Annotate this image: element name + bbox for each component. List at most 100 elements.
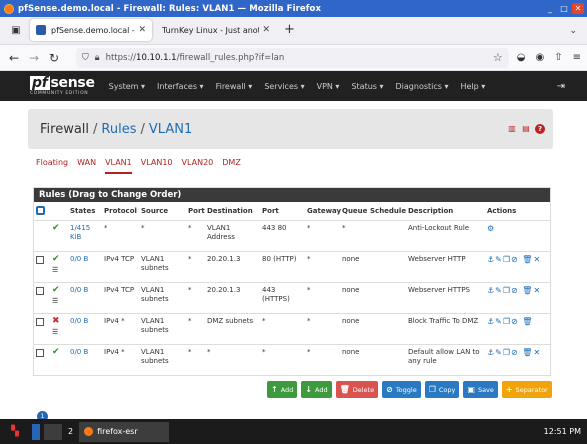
help-icon[interactable]: ? [535, 124, 545, 134]
menu-status[interactable]: Status ▾ [351, 82, 383, 91]
col-gateway: Gateway [305, 202, 341, 221]
firefox-icon [4, 3, 14, 14]
toggle-button[interactable]: ⊘ Toggle [382, 381, 421, 398]
tab-bar: ▣ pfSense.demo.local - Fire ✕ TurnKey Li… [0, 17, 587, 45]
rule-action-icons[interactable]: ⚓✎❐⊘ 🗑✕ [487, 255, 541, 264]
tab-vlan10[interactable]: VLAN10 [141, 154, 173, 174]
col-actions: Actions [485, 202, 550, 221]
new-tab-button[interactable]: + [284, 22, 295, 37]
table-row[interactable]: ✔ ☰ 0/0 B IPv4 TCP VLAN1 subnets * 20.20.… [34, 251, 550, 283]
workspace-1[interactable] [32, 423, 40, 440]
states-link[interactable]: 0/0 B [70, 317, 88, 325]
save-button[interactable]: ▣ Save [463, 381, 498, 398]
col-queue: Queue [340, 202, 368, 221]
table-row[interactable]: ✖ ☰ 0/0 B IPv4 * VLAN1 subnets * DMZ subn… [34, 313, 550, 345]
list-icon: ☰ [52, 328, 59, 336]
table-row[interactable]: ✔ ☰ 0/0 B IPv4 TCP VLAN1 subnets * 20.20.… [34, 282, 550, 314]
row-checkbox[interactable] [36, 318, 44, 326]
delete-button[interactable]: 🗑︎ Delete [335, 381, 379, 398]
menu-vpn[interactable]: VPN ▾ [317, 82, 340, 91]
tab-dmz[interactable]: DMZ [222, 154, 241, 174]
save-icon: ▣ [467, 385, 475, 394]
pass-icon: ✔ [52, 223, 60, 233]
row-checkbox[interactable] [36, 287, 44, 295]
tab-pfsense[interactable]: pfSense.demo.local - Fire ✕ [30, 19, 152, 41]
menu-icon[interactable]: ≡ [573, 52, 581, 63]
tab-vlan20[interactable]: VLAN20 [182, 154, 214, 174]
close-window-button[interactable]: ✕ [572, 3, 584, 14]
rules-panel: Rules (Drag to Change Order) States Prot… [33, 187, 551, 376]
rule-action-icons[interactable]: ⚓✎❐⊘ 🗑✕ [487, 348, 541, 357]
breadcrumb-rules[interactable]: Rules [101, 122, 136, 137]
plus-icon: + [505, 385, 513, 394]
list-icon: ☰ [52, 297, 59, 305]
lock-icon[interactable]: 🔒︎ [95, 53, 100, 63]
arrow-down-icon: ↓ [305, 385, 312, 394]
menu-diagnostics[interactable]: Diagnostics ▾ [396, 82, 449, 91]
back-icon[interactable]: ← [6, 51, 22, 65]
pocket-icon[interactable]: ◒ [517, 52, 526, 63]
log-icon[interactable]: ▤ [521, 124, 531, 134]
reload-icon[interactable]: ↻ [46, 51, 62, 65]
chart-icon[interactable]: ▥ [507, 124, 517, 134]
maximize-button[interactable]: □ [558, 3, 570, 14]
select-all-checkbox[interactable] [36, 206, 45, 215]
minimize-button[interactable]: _ [544, 3, 556, 14]
forward-icon[interactable]: → [26, 51, 42, 65]
window-title: pfSense.demo.local - Firewall: Rules: VL… [18, 3, 322, 14]
start-menu-icon[interactable]: ▚ [0, 419, 30, 444]
states-link[interactable]: 0/0 B [70, 286, 88, 294]
close-tab-icon[interactable]: ✕ [262, 25, 270, 35]
col-states: States [68, 202, 102, 221]
menu-help[interactable]: Help ▾ [461, 82, 486, 91]
tab-label: pfSense.demo.local - Fire [51, 25, 135, 35]
col-destination: Destination [205, 202, 260, 221]
copy-button[interactable]: ❐ Copy [424, 381, 460, 398]
states-link[interactable]: 0/0 B [70, 348, 88, 356]
row-checkbox[interactable] [36, 349, 44, 357]
extensions-icon[interactable]: ⇧ [554, 52, 562, 63]
shield-icon[interactable]: ⛉ [82, 53, 89, 63]
menu-interfaces[interactable]: Interfaces ▾ [157, 82, 204, 91]
row-checkbox[interactable] [36, 256, 44, 264]
table-row[interactable]: ✔ 0/0 B IPv4 * VLAN1 subnets * * * * non… [34, 344, 550, 376]
tab-turnkey[interactable]: TurnKey Linux - Just another ✕ [156, 19, 276, 41]
list-all-tabs-icon[interactable]: ⌄ [569, 26, 577, 36]
col-source: Source [139, 202, 186, 221]
add-top-button[interactable]: ↑ Add [267, 381, 298, 398]
account-icon[interactable]: ◉ [535, 52, 544, 63]
gear-icon[interactable]: ⚙ [487, 224, 495, 233]
tab-label: TurnKey Linux - Just another [162, 25, 259, 35]
workspace-pager[interactable] [44, 423, 62, 440]
block-icon: ✖ [52, 316, 60, 326]
url-bar[interactable]: ⛉ 🔒︎ https://10.10.1.1/firewall_rules.ph… [76, 47, 509, 68]
navigation-bar: ← → ↻ ⛉ 🔒︎ https://10.10.1.1/firewall_ru… [0, 45, 587, 71]
rule-action-icons[interactable]: ⚓✎❐⊘ 🗑✕ [487, 286, 541, 295]
breadcrumb-vlan1[interactable]: VLAN1 [149, 122, 192, 137]
logout-icon[interactable]: ⇥ [557, 81, 565, 92]
firefox-icon [84, 427, 94, 436]
bookmark-star-icon[interactable]: ☆ [493, 51, 503, 64]
states-link[interactable]: 1/415 KiB [70, 224, 90, 241]
menu-firewall[interactable]: Firewall ▾ [216, 82, 253, 91]
col-dest-port: Port [260, 202, 305, 221]
menu-services[interactable]: Services ▾ [264, 82, 304, 91]
menu-system[interactable]: System ▾ [109, 82, 145, 91]
states-link[interactable]: 0/0 B [70, 255, 88, 263]
separator-button[interactable]: + Separator [501, 381, 552, 398]
close-tab-icon[interactable]: ✕ [138, 25, 146, 35]
rule-action-icons[interactable]: ⚓✎❐⊘ 🗑 [487, 317, 533, 326]
tab-overview-icon[interactable]: ▣ [6, 19, 26, 41]
pfsense-logo[interactable]: pf sense COMMUNITY EDITION [30, 76, 95, 96]
table-row[interactable]: ✔ 1/415 KiB * * * VLAN1 Address 443 80 *… [34, 220, 550, 252]
tab-wan[interactable]: WAN [77, 154, 96, 174]
workspace-number: 2 [68, 427, 74, 436]
pass-icon: ✔ [52, 347, 60, 357]
tab-floating[interactable]: Floating [36, 154, 68, 174]
pass-icon: ✔ [52, 254, 60, 264]
col-schedule: Schedule [368, 202, 406, 221]
interface-tabs: Floating WAN VLAN1 VLAN10 VLAN20 DMZ [36, 154, 241, 174]
taskbar-firefox[interactable]: firefox-esr [79, 421, 170, 442]
tab-vlan1[interactable]: VLAN1 [105, 154, 132, 174]
add-bottom-button[interactable]: ↓ Add [301, 381, 332, 398]
